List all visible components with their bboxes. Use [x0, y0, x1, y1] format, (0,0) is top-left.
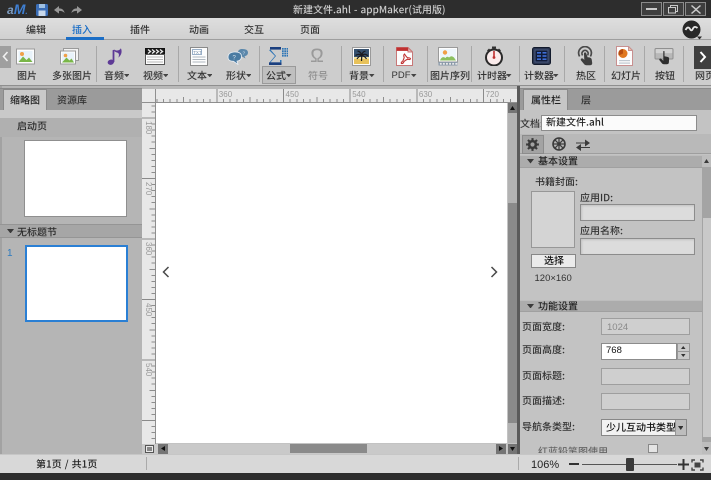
- svg-text:TXT: TXT: [193, 49, 202, 54]
